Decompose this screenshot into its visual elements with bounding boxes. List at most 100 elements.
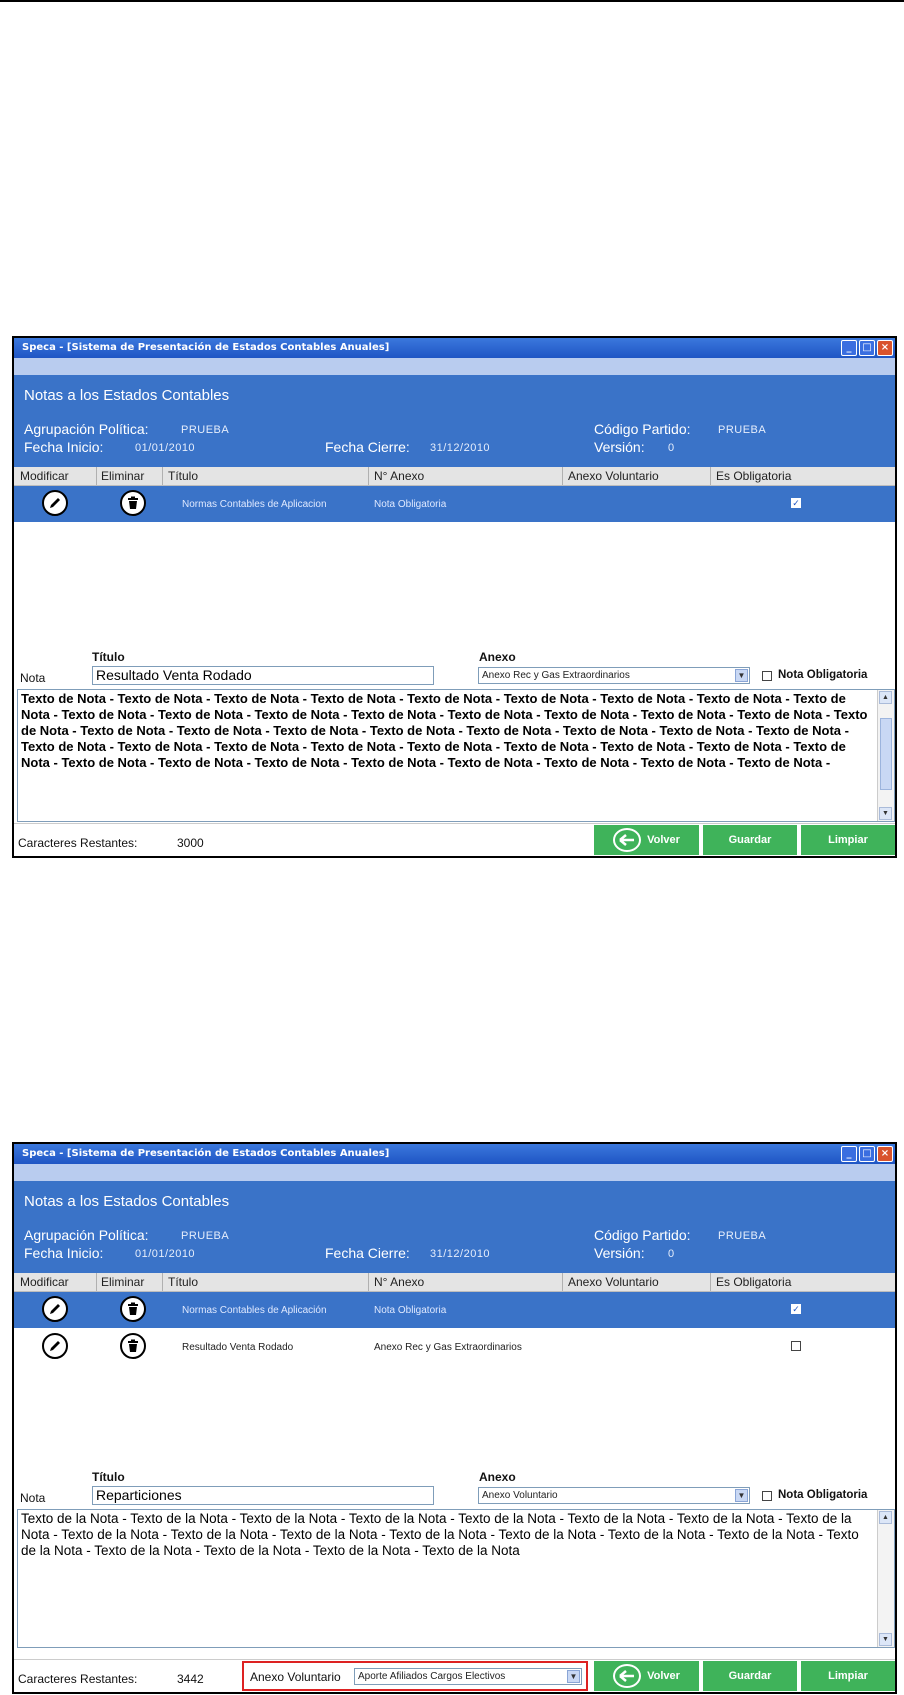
col-titulo[interactable]: Título xyxy=(168,1275,198,1289)
agrupacion-value: PRUEBA xyxy=(181,424,230,436)
version-value: 0 xyxy=(668,1248,675,1260)
volver-label: Volver xyxy=(647,1670,680,1682)
col-eliminar[interactable]: Eliminar xyxy=(101,469,144,483)
limpiar-label: Limpiar xyxy=(828,834,868,846)
delete-trash-icon[interactable] xyxy=(120,1333,146,1359)
row-anexo: Nota Obligatoria xyxy=(374,499,447,510)
row-obligatoria-checkbox[interactable]: ✓ xyxy=(791,498,801,508)
caracteres-value: 3000 xyxy=(177,836,204,850)
scroll-thumb[interactable] xyxy=(880,718,892,790)
scroll-up-icon[interactable]: ▲ xyxy=(879,691,892,704)
edit-pencil-icon[interactable] xyxy=(42,1333,68,1359)
anexo-select-value: Anexo Rec y Gas Extraordinarios xyxy=(482,670,630,681)
anexo-select[interactable]: Anexo Rec y Gas Extraordinarios ▼ xyxy=(478,667,750,684)
grid-header: Modificar Eliminar Título N° Anexo Anexo… xyxy=(14,467,895,486)
scroll-down-icon[interactable]: ▼ xyxy=(879,1633,892,1646)
codigo-value: PRUEBA xyxy=(718,1230,767,1242)
chevron-down-icon[interactable]: ▼ xyxy=(735,1489,748,1502)
screenshot-1-window: Speca - [Sistema de Presentación de Esta… xyxy=(12,336,897,858)
maximize-icon[interactable]: □ xyxy=(859,1146,875,1162)
nota-obligatoria-label: Nota Obligatoria xyxy=(778,669,868,681)
edit-pencil-icon[interactable] xyxy=(42,1296,68,1322)
caracteres-label: Caracteres Restantes: xyxy=(18,836,138,850)
fecha-cierre-label: Fecha Cierre: xyxy=(325,1245,410,1261)
nota-textarea[interactable]: Texto de Nota - Texto de Nota - Texto de… xyxy=(17,689,895,822)
col-anexo-voluntario[interactable]: Anexo Voluntario xyxy=(568,1275,659,1289)
close-icon[interactable]: × xyxy=(877,340,893,356)
fecha-inicio-value: 01/01/2010 xyxy=(135,442,196,454)
col-eliminar[interactable]: Eliminar xyxy=(101,1275,144,1289)
grid-header: Modificar Eliminar Título N° Anexo Anexo… xyxy=(14,1273,895,1292)
table-row[interactable]: Normas Contables de Aplicacion Nota Obli… xyxy=(14,486,895,522)
delete-trash-icon[interactable] xyxy=(120,1296,146,1322)
row-titulo: Normas Contables de Aplicación xyxy=(182,1305,327,1316)
nota-text: Texto de la Nota - Texto de la Nota - Te… xyxy=(21,1511,859,1558)
minimize-icon[interactable]: _ xyxy=(841,340,857,356)
window-title: Speca - [Sistema de Presentación de Esta… xyxy=(22,342,390,353)
nota-obligatoria-checkbox[interactable] xyxy=(762,671,772,681)
col-es-obligatoria[interactable]: Es Obligatoria xyxy=(716,1275,791,1289)
textarea-scrollbar[interactable]: ▲ ▼ xyxy=(877,690,894,821)
page-top-rule xyxy=(0,0,904,2)
guardar-button[interactable]: Guardar xyxy=(703,825,797,855)
agrupacion-value: PRUEBA xyxy=(181,1230,230,1242)
edit-pencil-icon[interactable] xyxy=(42,490,68,516)
table-row[interactable]: Resultado Venta Rodado Anexo Rec y Gas E… xyxy=(14,1329,895,1365)
nota-label: Nota xyxy=(20,1491,46,1505)
col-modificar[interactable]: Modificar xyxy=(20,469,69,483)
col-es-obligatoria[interactable]: Es Obligatoria xyxy=(716,469,791,483)
window-titlebar: Speca - [Sistema de Presentación de Esta… xyxy=(14,338,895,358)
nota-textarea[interactable]: Texto de la Nota - Texto de la Nota - Te… xyxy=(17,1509,895,1648)
page-title: Notas a los Estados Contables xyxy=(24,1193,230,1210)
header-panel: Notas a los Estados Contables Agrupación… xyxy=(14,1181,895,1273)
window-titlebar: Speca - [Sistema de Presentación de Esta… xyxy=(14,1144,895,1164)
titulo-input[interactable]: Reparticiones xyxy=(92,1486,434,1505)
col-modificar[interactable]: Modificar xyxy=(20,1275,69,1289)
nota-obligatoria-label: Nota Obligatoria xyxy=(778,1489,868,1501)
anexo-voluntario-select[interactable]: Aporte Afiliados Cargos Electivos ▼ xyxy=(354,1668,582,1685)
menu-strip xyxy=(14,358,895,375)
version-label: Versión: xyxy=(594,439,645,455)
col-titulo[interactable]: Título xyxy=(168,469,198,483)
fecha-inicio-label: Fecha Inicio: xyxy=(24,1245,104,1261)
bottom-bar: Caracteres Restantes: 3442 Anexo Volunta… xyxy=(14,1659,895,1692)
row-titulo: Resultado Venta Rodado xyxy=(182,1342,294,1353)
fecha-cierre-value: 31/12/2010 xyxy=(430,442,491,454)
table-row[interactable]: Normas Contables de Aplicación Nota Obli… xyxy=(14,1292,895,1328)
volver-button[interactable]: Volver xyxy=(594,825,699,855)
codigo-value: PRUEBA xyxy=(718,424,767,436)
menu-strip xyxy=(14,1164,895,1181)
fecha-cierre-value: 31/12/2010 xyxy=(430,1248,491,1260)
anexo-select[interactable]: Anexo Voluntario ▼ xyxy=(478,1487,750,1504)
minimize-icon[interactable]: _ xyxy=(841,1146,857,1162)
row-obligatoria-checkbox[interactable] xyxy=(791,1341,801,1351)
close-icon[interactable]: × xyxy=(877,1146,893,1162)
guardar-label: Guardar xyxy=(728,1670,772,1682)
row-obligatoria-checkbox[interactable]: ✓ xyxy=(791,1304,801,1314)
fecha-inicio-value: 01/01/2010 xyxy=(135,1248,196,1260)
caracteres-label: Caracteres Restantes: xyxy=(18,1672,138,1686)
chevron-down-icon[interactable]: ▼ xyxy=(567,1670,580,1683)
textarea-scrollbar[interactable]: ▲ ▼ xyxy=(877,1510,894,1647)
col-n-anexo[interactable]: N° Anexo xyxy=(374,469,424,483)
delete-trash-icon[interactable] xyxy=(120,490,146,516)
maximize-icon[interactable]: □ xyxy=(859,340,875,356)
guardar-button[interactable]: Guardar xyxy=(703,1661,797,1691)
limpiar-button[interactable]: Limpiar xyxy=(801,1661,895,1691)
titulo-input[interactable]: Resultado Venta Rodado xyxy=(92,666,434,685)
limpiar-label: Limpiar xyxy=(828,1670,868,1682)
col-n-anexo[interactable]: N° Anexo xyxy=(374,1275,424,1289)
titulo-label: Título xyxy=(92,1470,125,1484)
nota-text: Texto de Nota - Texto de Nota - Texto de… xyxy=(21,691,868,770)
fecha-cierre-label: Fecha Cierre: xyxy=(325,439,410,455)
volver-button[interactable]: Volver xyxy=(594,1661,699,1691)
nota-obligatoria-checkbox[interactable] xyxy=(762,1491,772,1501)
chevron-down-icon[interactable]: ▼ xyxy=(735,669,748,682)
arrow-left-icon xyxy=(613,828,642,852)
page-title: Notas a los Estados Contables xyxy=(24,387,230,404)
limpiar-button[interactable]: Limpiar xyxy=(801,825,895,855)
scroll-down-icon[interactable]: ▼ xyxy=(879,807,892,820)
caracteres-value: 3442 xyxy=(177,1672,204,1686)
scroll-up-icon[interactable]: ▲ xyxy=(879,1511,892,1524)
col-anexo-voluntario[interactable]: Anexo Voluntario xyxy=(568,469,659,483)
